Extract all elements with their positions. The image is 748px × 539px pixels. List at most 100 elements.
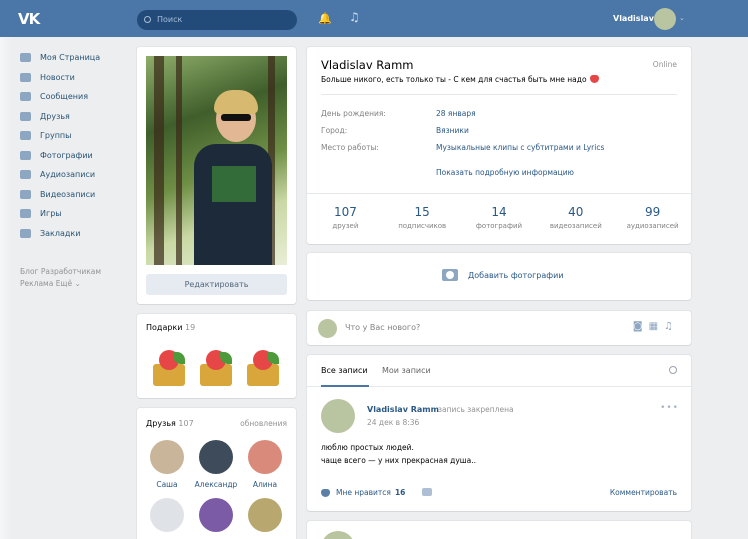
music-note-icon[interactable]: ♫ bbox=[664, 321, 679, 332]
gamepad-icon bbox=[20, 209, 31, 219]
status-text: Больше никого, есть только ты - С кем дл… bbox=[321, 75, 587, 84]
post-date[interactable]: 24 дек в 8:36 bbox=[367, 418, 419, 427]
nav-item-video[interactable]: Видеозаписи bbox=[20, 185, 130, 205]
like-button[interactable]: Мне нравится 16 bbox=[321, 488, 405, 497]
profile-counters: 107 друзей 15 подписчиков 14 фотографий 40 в… bbox=[307, 193, 691, 244]
friend-avatar bbox=[199, 440, 233, 474]
info-label: Город: bbox=[321, 126, 348, 135]
nav-item-messages[interactable]: Сообщения bbox=[20, 87, 130, 107]
post-author[interactable]: Vladislav Ramm bbox=[367, 405, 439, 414]
friend-avatar bbox=[199, 498, 233, 532]
friend-item[interactable] bbox=[241, 498, 289, 532]
footer-links-row-2[interactable]: Реклама Ещё ⌄ bbox=[20, 278, 130, 290]
nav-label: Аудиозаписи bbox=[40, 170, 96, 180]
music-icon bbox=[20, 170, 31, 180]
tab-my-posts[interactable]: Мои записи bbox=[382, 366, 431, 375]
next-post-card bbox=[307, 521, 691, 539]
friend-item[interactable]: Саша bbox=[143, 440, 191, 489]
counter-followers[interactable]: 15 подписчиков bbox=[384, 194, 461, 244]
counter-photos[interactable]: 14 фотографий bbox=[461, 194, 538, 244]
post-author-avatar[interactable] bbox=[321, 399, 355, 433]
friend-name: Александр bbox=[194, 480, 238, 489]
nav-item-news[interactable]: Новости bbox=[20, 68, 130, 88]
nav-item-games[interactable]: Игры bbox=[20, 204, 130, 224]
friend-avatar bbox=[248, 440, 282, 474]
counter-number: 99 bbox=[644, 205, 661, 219]
photo-person-glasses bbox=[221, 114, 251, 121]
nav-label: Моя Страница bbox=[40, 53, 101, 63]
nav-item-audio[interactable]: Аудиозаписи bbox=[20, 165, 130, 185]
friends-label: Друзья bbox=[146, 419, 176, 428]
friend-item[interactable]: Алина bbox=[241, 440, 289, 489]
friend-name: Алина bbox=[252, 480, 278, 489]
video-icon[interactable]: ▦ bbox=[649, 321, 664, 332]
gift-item[interactable] bbox=[196, 346, 236, 388]
share-icon[interactable] bbox=[422, 488, 432, 496]
online-status: Online bbox=[652, 60, 677, 69]
counter-caption: аудиозаписей bbox=[626, 222, 679, 230]
info-label: День рождения: bbox=[321, 109, 386, 118]
comment-button[interactable]: Комментировать bbox=[610, 488, 677, 497]
camera-icon bbox=[20, 150, 31, 160]
counter-friends[interactable]: 107 друзей bbox=[307, 194, 384, 244]
top-bar: VK Поиск 🔔 ♫ Vladislav ⌄ bbox=[0, 0, 748, 37]
friend-avatar bbox=[248, 498, 282, 532]
add-photos-label: Добавить фотографии bbox=[468, 270, 564, 280]
nav-label: Группы bbox=[40, 131, 72, 141]
tab-all-posts[interactable]: Все записи bbox=[321, 366, 368, 375]
friends-updates-link[interactable]: обновления bbox=[240, 419, 287, 428]
friends-title[interactable]: Друзья 107 bbox=[146, 419, 194, 428]
counter-number: 107 bbox=[333, 205, 357, 219]
nav-footer-links: Блог Разработчикам Реклама Ещё ⌄ bbox=[20, 266, 130, 290]
more-options-icon[interactable]: ••• bbox=[660, 403, 679, 413]
nav-item-photos[interactable]: Фотографии bbox=[20, 146, 130, 166]
show-more-info-link[interactable]: Показать подробную информацию bbox=[436, 168, 574, 177]
friend-item[interactable]: Александр bbox=[192, 440, 240, 489]
post-author-avatar[interactable] bbox=[321, 531, 355, 539]
search-icon[interactable] bbox=[669, 366, 677, 374]
post-text-line: чаще всего — у них прекрасная душа.. bbox=[321, 455, 477, 465]
nav-item-bookmarks[interactable]: Закладки bbox=[20, 224, 130, 244]
camera-icon[interactable]: ◙ bbox=[633, 321, 649, 332]
nav-label: Игры bbox=[40, 209, 62, 219]
info-value-link[interactable]: Вязники bbox=[436, 126, 469, 135]
compose-input[interactable]: Что у Вас нового? bbox=[345, 323, 420, 332]
counter-videos[interactable]: 40 видеозаписей bbox=[537, 194, 614, 244]
vk-logo[interactable]: VK bbox=[18, 10, 40, 28]
edit-profile-button[interactable]: Редактировать bbox=[146, 274, 287, 295]
photo-tree bbox=[154, 56, 164, 265]
header-username[interactable]: Vladislav bbox=[613, 14, 654, 23]
music-note-icon[interactable]: ♫ bbox=[349, 10, 360, 24]
nav-item-friends[interactable]: Друзья bbox=[20, 107, 130, 127]
counter-audios[interactable]: 99 аудиозаписей bbox=[614, 194, 691, 244]
post-pinned-label: запись закреплена bbox=[438, 405, 514, 414]
heart-icon bbox=[589, 75, 599, 83]
gift-item[interactable] bbox=[243, 346, 283, 388]
photo-shirt-print bbox=[212, 166, 256, 202]
profile-photo[interactable] bbox=[146, 56, 287, 265]
profile-photo-card: Редактировать bbox=[137, 47, 296, 304]
gifts-count: 19 bbox=[185, 323, 196, 332]
gifts-label: Подарки bbox=[146, 323, 183, 332]
nav-item-groups[interactable]: Группы bbox=[20, 126, 130, 146]
info-value-link[interactable]: Музыкальные клипы с субтитрами и Lyrics bbox=[436, 143, 604, 152]
friend-item[interactable] bbox=[143, 498, 191, 532]
like-count: 16 bbox=[394, 488, 406, 497]
nav-label: Новости bbox=[40, 72, 75, 82]
header-avatar[interactable] bbox=[654, 8, 676, 30]
info-value-link[interactable]: 28 января bbox=[436, 109, 476, 118]
gift-item[interactable] bbox=[149, 346, 189, 388]
counter-caption: фотографий bbox=[475, 222, 523, 230]
profile-status[interactable]: Больше никого, есть только ты - С кем дл… bbox=[321, 75, 599, 84]
bell-icon[interactable]: 🔔 bbox=[318, 12, 332, 25]
friend-item[interactable] bbox=[192, 498, 240, 532]
nav-item-my-page[interactable]: Моя Страница bbox=[20, 48, 130, 68]
gifts-title[interactable]: Подарки 19 bbox=[146, 323, 195, 332]
chevron-down-icon[interactable]: ⌄ bbox=[679, 14, 685, 22]
add-photos-button[interactable]: Добавить фотографии bbox=[442, 269, 564, 281]
friend-name: Саша bbox=[156, 480, 178, 489]
footer-links-row-1[interactable]: Блог Разработчикам bbox=[20, 266, 130, 278]
nav-label: Друзья bbox=[40, 111, 70, 121]
search-input[interactable]: Поиск bbox=[137, 10, 297, 30]
post-text: люблю простых людей. чаще всего — у них … bbox=[321, 442, 476, 467]
